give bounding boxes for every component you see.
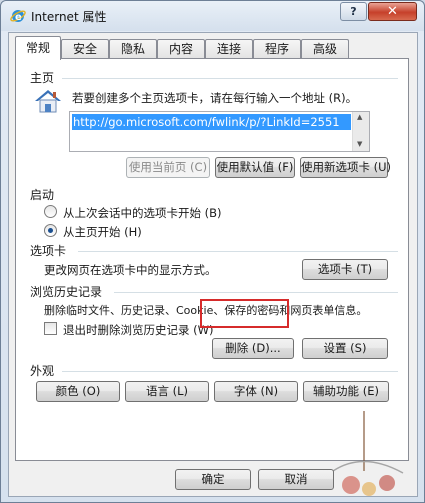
tab-security[interactable]: 安全	[61, 39, 109, 59]
homepage-separator	[62, 78, 398, 79]
svg-text:e: e	[15, 12, 22, 23]
startup-section-label: 启动	[30, 188, 55, 202]
scroll-up-icon[interactable]: ▲	[357, 113, 362, 121]
tabs-section-label: 选项卡	[30, 244, 67, 258]
radio-last-session[interactable]	[44, 205, 57, 218]
url-scrollbar[interactable]: ▲ ▼	[352, 112, 369, 151]
delete-button-highlight	[200, 299, 289, 328]
tab-general[interactable]: 常规	[15, 36, 61, 60]
general-tab-panel: 主页 若要创建多个主页选项卡，请在每行输入一个地址 (R)。 http://go…	[15, 58, 409, 461]
tab-programs[interactable]: 程序	[253, 39, 301, 59]
tabs-separator	[78, 251, 398, 252]
history-separator	[114, 292, 398, 293]
home-icon	[35, 90, 61, 113]
radio-homepage-label: 从主页开始 (H)	[63, 225, 142, 239]
close-button[interactable]: ✕	[368, 2, 417, 21]
tabs-description: 更改网页在选项卡中的显示方式。	[44, 263, 217, 277]
tab-content[interactable]: 内容	[157, 39, 205, 59]
tab-advanced[interactable]: 高级	[301, 39, 349, 59]
languages-button[interactable]: 语言 (L)	[125, 381, 209, 402]
delete-on-exit-checkbox[interactable]	[44, 322, 57, 335]
use-current-button[interactable]: 使用当前页 (C)	[126, 157, 210, 178]
accessibility-button[interactable]: 辅助功能 (E)	[303, 381, 389, 402]
tab-connections[interactable]: 连接	[205, 39, 253, 59]
homepage-section-label: 主页	[30, 71, 55, 85]
title-bar: e Internet 属性 ? ✕	[1, 1, 424, 31]
help-button[interactable]: ?	[340, 2, 367, 21]
cancel-button[interactable]: 取消	[258, 469, 334, 490]
use-default-button[interactable]: 使用默认值 (F)	[215, 157, 295, 178]
use-new-tab-button[interactable]: 使用新选项卡 (U)	[300, 157, 391, 178]
radio-last-session-label: 从上次会话中的选项卡开始 (B)	[63, 206, 222, 220]
internet-options-window: e Internet 属性 ? ✕ 常规 安全 隐私 内容 连接 程序 高级 主…	[0, 0, 425, 503]
scroll-down-icon[interactable]: ▼	[357, 140, 362, 148]
internet-explorer-icon: e	[10, 10, 26, 23]
homepage-url-textarea[interactable]: http://go.microsoft.com/fwlink/p/?LinkId…	[69, 111, 370, 152]
radio-homepage[interactable]	[44, 224, 57, 237]
homepage-instruction: 若要创建多个主页选项卡，请在每行输入一个地址 (R)。	[72, 91, 358, 105]
tab-privacy[interactable]: 隐私	[109, 39, 157, 59]
homepage-url-text: http://go.microsoft.com/fwlink/p/?LinkId…	[72, 114, 351, 130]
history-section-label: 浏览历史记录	[30, 285, 103, 299]
tabs-button[interactable]: 选项卡 (T)	[302, 259, 388, 280]
appearance-section-label: 外观	[30, 364, 55, 378]
delete-history-button[interactable]: 删除 (D)...	[212, 338, 294, 359]
history-settings-button[interactable]: 设置 (S)	[302, 338, 388, 359]
appearance-separator	[62, 371, 398, 372]
ok-button[interactable]: 确定	[175, 469, 251, 490]
colors-button[interactable]: 颜色 (O)	[36, 381, 120, 402]
delete-on-exit-label: 退出时删除浏览历史记录 (W)	[63, 323, 214, 337]
fonts-button[interactable]: 字体 (N)	[214, 381, 298, 402]
dialog-body: 常规 安全 隐私 内容 连接 程序 高级 主页 若要创建多个主页选项卡，请在每行…	[8, 32, 418, 497]
window-title: Internet 属性	[31, 10, 107, 24]
